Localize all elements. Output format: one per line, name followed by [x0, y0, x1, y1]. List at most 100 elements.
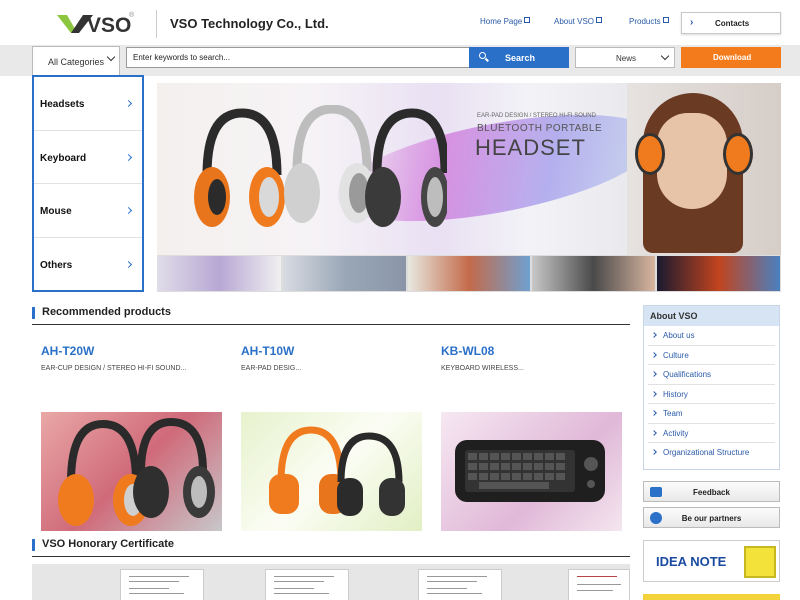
product-name-link[interactable]: KB-WL08	[441, 344, 494, 358]
about-link-label: Qualifications	[663, 370, 712, 379]
headphones-image	[194, 105, 447, 227]
section-accent-bar	[32, 539, 35, 551]
category-menu: Headsets Keyboard Mouse Others	[32, 75, 144, 292]
banner-line1: BLUETOOTH PORTABLE	[477, 123, 603, 134]
external-link-icon	[524, 17, 531, 23]
nav-about-link[interactable]: About VSO	[554, 17, 603, 26]
certificates-section-title: VSO Honorary Certificate	[32, 537, 630, 557]
download-button[interactable]: Download	[681, 47, 781, 68]
certificate-image[interactable]	[265, 569, 349, 600]
nav-home-label: Home Page	[480, 17, 523, 26]
partners-button[interactable]: Be our partners	[643, 507, 780, 528]
hero-banner[interactable]: EAR-PAD DESIGN / STEREO HI-FI SOUND BLUE…	[157, 83, 781, 255]
yellow-banner-edge	[643, 594, 780, 600]
vso-logo[interactable]: VSO	[57, 13, 137, 35]
certificate-image[interactable]	[418, 569, 502, 600]
idea-note-label: IDEA NOTE	[656, 554, 727, 569]
about-vso-panel: About VSO About us Culture Qualification…	[643, 305, 780, 470]
product-desc: EAR-CUP DESIGN / STEREO HI-FI SOUND...	[41, 365, 187, 372]
product-name-link[interactable]: AH-T20W	[41, 344, 94, 358]
about-link-history[interactable]: History	[648, 385, 775, 404]
chevron-right-icon	[124, 99, 133, 108]
product-name-link[interactable]: AH-T10W	[241, 344, 294, 358]
banner-thumb-1[interactable]	[157, 255, 282, 292]
product-image-ah-t10w[interactable]	[241, 412, 422, 531]
banner-thumb-3[interactable]	[406, 255, 532, 292]
all-categories-dropdown[interactable]: All Categories	[32, 46, 120, 76]
banner-tagline: EAR-PAD DESIGN / STEREO HI-FI SOUND	[477, 113, 596, 119]
certificates-strip	[32, 564, 630, 600]
category-label: Others	[40, 259, 73, 271]
section-accent-bar	[32, 307, 35, 319]
about-link-team[interactable]: Team	[648, 404, 775, 424]
about-link-label: About us	[663, 331, 695, 340]
chevron-right-icon	[651, 449, 657, 455]
banner-thumb-5[interactable]	[656, 255, 781, 292]
model-face	[657, 113, 727, 209]
registered-mark: ®	[129, 12, 135, 19]
about-link-organizational-structure[interactable]: Organizational Structure	[648, 443, 775, 463]
banner-thumb-4[interactable]	[531, 255, 657, 292]
external-link-icon	[596, 17, 603, 23]
all-categories-label: All Categories	[48, 57, 105, 67]
contacts-button[interactable]: › Contacts	[681, 12, 781, 34]
download-label: Download	[713, 53, 752, 62]
external-link-icon	[662, 17, 669, 23]
certificates-title: VSO Honorary Certificate	[42, 538, 175, 550]
chevron-right-icon	[124, 260, 133, 268]
nav-about-label: About VSO	[554, 17, 595, 26]
about-link-culture[interactable]: Culture	[648, 346, 775, 365]
chevron-right-icon	[651, 410, 657, 416]
category-label: Headsets	[40, 99, 85, 110]
feedback-button[interactable]: Feedback	[643, 481, 780, 502]
chevron-right-icon	[651, 332, 657, 338]
about-link-label: Activity	[663, 428, 689, 438]
nav-products-label: Products	[629, 17, 661, 26]
category-item-headsets[interactable]: Headsets	[34, 77, 142, 131]
about-link-about-us[interactable]: About us	[648, 326, 775, 346]
about-link-label: Culture	[663, 350, 689, 360]
company-name: VSO Technology Co., Ltd.	[170, 16, 329, 31]
feedback-label: Feedback	[693, 488, 730, 497]
headphones-image	[269, 426, 405, 516]
category-label: Keyboard	[40, 152, 87, 164]
chevron-down-icon	[106, 52, 116, 62]
product-image-ah-t20w[interactable]	[41, 412, 222, 531]
nav-home-link[interactable]: Home Page	[480, 17, 531, 26]
certificate-image[interactable]	[120, 569, 204, 600]
header: VSO ® VSO Technology Co., Ltd. Home Page…	[0, 0, 800, 45]
category-label: Mouse	[40, 206, 72, 217]
news-label: News	[616, 54, 637, 63]
search-button[interactable]: Search	[469, 47, 569, 68]
about-link-qualifications[interactable]: Qualifications	[648, 365, 775, 385]
certificate-image[interactable]	[568, 569, 630, 600]
banner-thumb-2[interactable]	[281, 255, 407, 292]
headphone-cup	[635, 133, 665, 175]
about-link-activity[interactable]: Activity	[648, 424, 775, 443]
category-item-mouse[interactable]: Mouse	[34, 184, 142, 238]
product-image-kb-wl08[interactable]	[441, 412, 622, 531]
category-item-others[interactable]: Others	[34, 238, 142, 292]
about-link-label: Organizational Structure	[663, 448, 750, 457]
about-vso-title: About VSO	[644, 306, 779, 326]
chevron-right-icon	[651, 351, 657, 358]
partners-label: Be our partners	[681, 514, 742, 523]
idea-note-banner[interactable]: IDEA NOTE	[643, 540, 780, 582]
nav-products-link[interactable]: Products	[629, 17, 669, 26]
search-input[interactable]	[126, 47, 470, 68]
chevron-right-icon	[651, 390, 657, 397]
chevron-right-icon: ›	[690, 17, 694, 28]
chevron-right-icon	[124, 206, 133, 215]
headphones-image	[58, 417, 215, 526]
category-item-keyboard[interactable]: Keyboard	[34, 131, 142, 184]
product-desc: KEYBOARD WIRELESS...	[441, 365, 524, 372]
chevron-right-icon	[651, 371, 657, 377]
divider	[156, 10, 157, 38]
banner-line2: HEADSET	[475, 135, 586, 160]
search-label: Search	[505, 53, 536, 63]
news-dropdown[interactable]: News	[575, 47, 675, 68]
headphone-cup	[723, 133, 753, 175]
chevron-down-icon	[660, 51, 670, 61]
contacts-label: Contacts	[715, 19, 750, 28]
keyboard-image	[455, 440, 605, 502]
